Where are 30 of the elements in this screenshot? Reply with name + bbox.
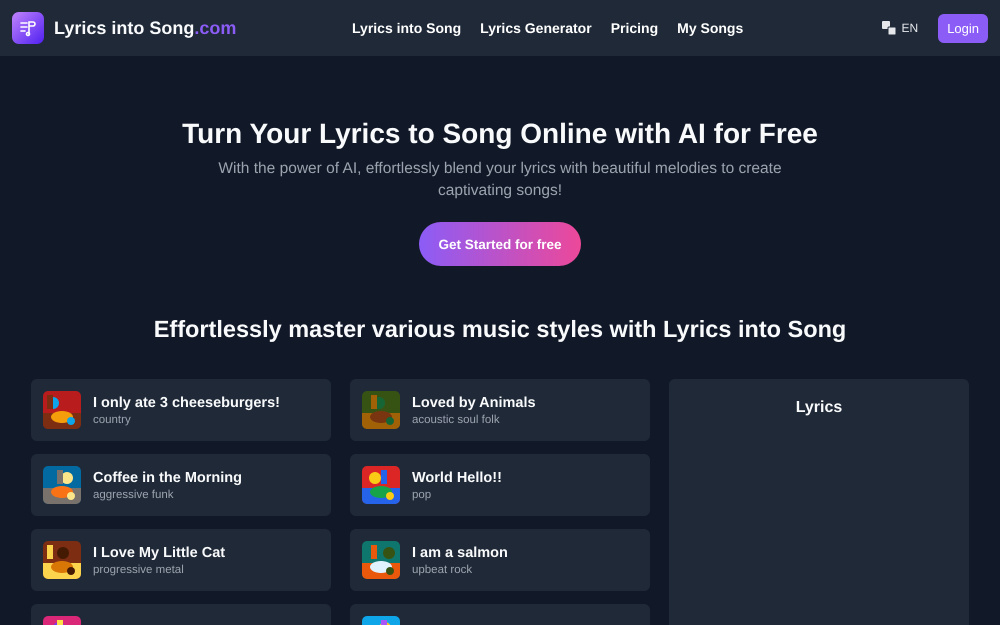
song-title: Coffee in the Morning [93, 470, 242, 486]
song-title: World Hello!! [412, 470, 502, 486]
song-title: I only ate 3 cheeseburgers! [93, 394, 280, 410]
panel-title: Lyrics [796, 399, 842, 416]
hero-subtitle: With the power of AI, effortlessly blend your lyrics with beautiful melodies to create captivating songs! [217, 159, 783, 201]
nav-link[interactable]: Lyrics Generator [480, 20, 592, 36]
song-genre: pop [412, 488, 432, 500]
song-title: I am a salmon [412, 544, 508, 560]
song-card[interactable]: I only ate 3 cheeseburgers! country [31, 379, 331, 441]
song-card[interactable]: I Love My Little Cat progressive metal [31, 529, 331, 591]
get-started-button[interactable]: Get Started for free [419, 222, 581, 266]
song-title: I Love My Little Cat [93, 544, 226, 560]
section-heading: Effortlessly master various music styles with Lyrics into Song [152, 316, 848, 343]
song-genre: aggressive funk [93, 488, 175, 500]
brand-name[interactable]: Lyrics into Song.com [54, 18, 236, 38]
nav-link[interactable]: Lyrics into Song [352, 20, 462, 36]
language-label[interactable]: EN [902, 21, 918, 35]
song-genre: acoustic soul folk [412, 414, 501, 426]
song-title: Loved by Animals [412, 394, 536, 410]
song-genre: progressive metal [93, 564, 185, 576]
login-button[interactable]: Login [938, 14, 988, 42]
song-genre: upbeat rock [412, 564, 474, 576]
song-card[interactable]: Coffee in the Morning aggressive funk [31, 454, 331, 516]
hero-title: Turn Your Lyrics to Song Online with AI for Free [181, 118, 819, 150]
song-genre: country [93, 414, 132, 426]
nav-link[interactable]: Pricing [610, 20, 658, 36]
song-card[interactable]: World Hello!! pop [350, 454, 650, 516]
song-card[interactable]: I am a salmon upbeat rock [350, 529, 650, 591]
nav-link[interactable]: My Songs [677, 20, 744, 36]
song-card[interactable]: Loved by Animals acoustic soul folk [350, 379, 650, 441]
